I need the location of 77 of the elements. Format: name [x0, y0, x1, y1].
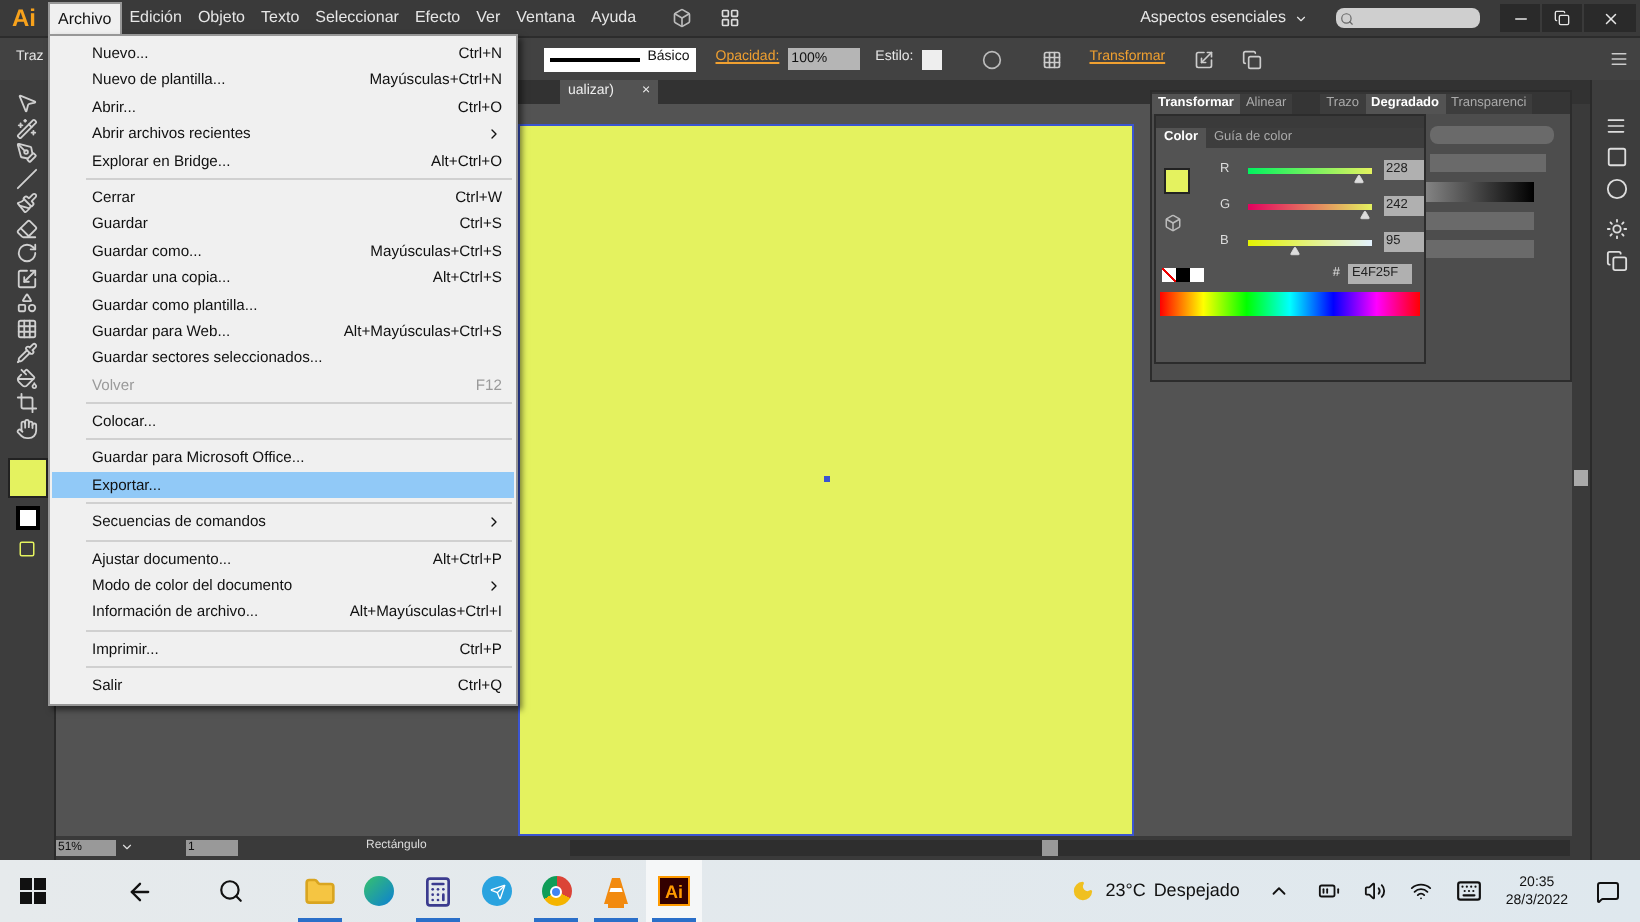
menu-bar-item[interactable]: Texto: [253, 2, 308, 34]
menu-bar-item[interactable]: Ventana: [508, 2, 584, 34]
wifi-icon[interactable]: [1409, 880, 1432, 902]
line-icon[interactable]: [16, 167, 38, 189]
traffic-cone-icon: [601, 875, 629, 907]
app-logo: Ai: [658, 876, 690, 906]
close-icon: [1601, 9, 1619, 27]
dropdown-icon[interactable]: [120, 840, 134, 855]
menu-bar-item[interactable]: Efecto: [406, 2, 469, 34]
workspace-switcher[interactable]: Aspectos esenciales: [1140, 6, 1308, 30]
restore-icon: [1554, 10, 1570, 26]
bucket-icon[interactable]: [16, 367, 38, 389]
back-arrow-icon[interactable]: [126, 877, 154, 905]
vertical-scrollbar[interactable]: [1572, 103, 1590, 836]
artboard-icon[interactable]: [16, 392, 38, 414]
menu-bar-item[interactable]: Archivo: [48, 2, 122, 34]
brush-icon[interactable]: [16, 192, 38, 214]
sun-icon[interactable]: [1605, 218, 1627, 240]
volume-icon[interactable]: [1363, 880, 1386, 902]
calculator-icon: [422, 875, 454, 907]
pen-icon[interactable]: [16, 142, 38, 164]
search-icon: [1340, 11, 1354, 25]
eyedropper-icon[interactable]: [16, 342, 38, 364]
taskbar-app-button[interactable]: Ai: [646, 860, 702, 922]
color-mode-icon[interactable]: [18, 540, 36, 558]
menu-bar-item[interactable]: Seleccionar: [307, 2, 407, 34]
location-field[interactable]: [1422, 240, 1534, 258]
app-logo: Ai: [10, 2, 38, 36]
squares-icon[interactable]: [1605, 250, 1627, 272]
paper-plane-icon: [482, 876, 512, 906]
layout-icon[interactable]: [720, 8, 741, 28]
menu-bar-item[interactable]: Ver: [468, 2, 509, 34]
horizontal-scrollbar[interactable]: [570, 839, 1570, 856]
menu-icon[interactable]: [1606, 116, 1626, 136]
blank-swatch[interactable]: [1190, 267, 1204, 281]
search-field[interactable]: [1336, 8, 1480, 28]
weather-label: Despejado: [1153, 877, 1240, 904]
stroke-swatch[interactable]: [15, 505, 39, 529]
fill-swatch[interactable]: [7, 458, 47, 498]
color-spectrum[interactable]: [1160, 292, 1420, 316]
style-swatch[interactable]: [921, 49, 942, 69]
shapes-icon[interactable]: [16, 292, 38, 314]
slider-thumb[interactable]: [1360, 209, 1371, 219]
rotate-icon[interactable]: [16, 242, 38, 264]
panel-menu-icon[interactable]: [1610, 50, 1628, 68]
center-point: [823, 476, 829, 483]
hand-icon[interactable]: [16, 417, 38, 439]
slider-thumb[interactable]: [1353, 173, 1364, 183]
menu-bar-item[interactable]: Objeto: [189, 2, 254, 34]
menu-bar-item[interactable]: Ayuda: [583, 2, 645, 34]
fill-swatch[interactable]: [1164, 168, 1190, 194]
angle-field[interactable]: [1422, 212, 1534, 230]
selection-arrow-icon[interactable]: [16, 92, 38, 114]
close-button[interactable]: [1584, 4, 1636, 32]
none-swatch[interactable]: [1162, 267, 1176, 281]
cube-icon[interactable]: [1164, 214, 1182, 232]
menu-bar-item[interactable]: Edición: [121, 2, 190, 34]
notifications-icon[interactable]: [1596, 879, 1620, 903]
scale-icon[interactable]: [16, 267, 38, 289]
slider-thumb[interactable]: [1289, 245, 1300, 255]
solid-swatch[interactable]: [1176, 267, 1190, 281]
windows-logo-icon[interactable]: [20, 878, 46, 904]
keyboard-icon[interactable]: [1455, 878, 1482, 904]
eraser-icon[interactable]: [16, 217, 38, 239]
moon-icon: [1071, 880, 1094, 902]
search-icon[interactable]: [218, 878, 244, 904]
browser-icon: [364, 876, 394, 906]
mesh-icon[interactable]: [16, 317, 38, 339]
restore-button[interactable]: [1542, 4, 1582, 32]
gradient-bar[interactable]: [1422, 182, 1534, 202]
minimize-button[interactable]: [1500, 4, 1540, 32]
gradient-field[interactable]: [1430, 154, 1546, 172]
folder-icon: [304, 875, 336, 907]
temperature-label: 23°C: [1105, 877, 1146, 904]
battery-icon[interactable]: [1317, 880, 1340, 902]
caret-icon: [1294, 11, 1308, 25]
magic-wand-icon[interactable]: [16, 117, 38, 139]
